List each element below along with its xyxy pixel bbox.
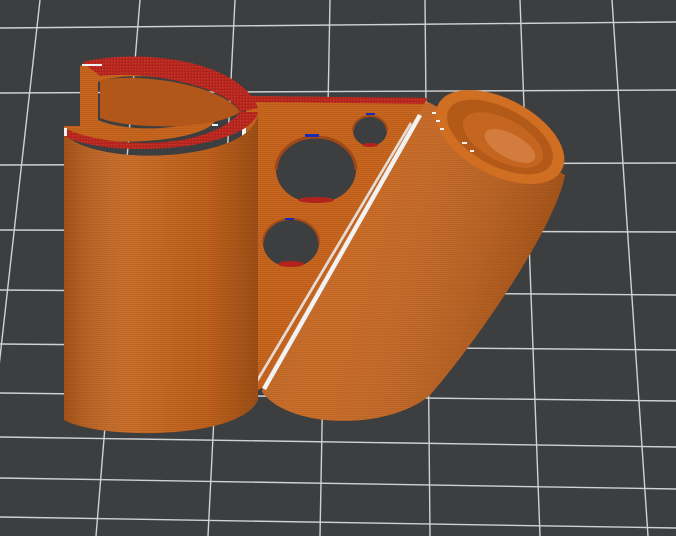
3d-viewport[interactable] xyxy=(0,0,676,536)
scene-canvas[interactable] xyxy=(0,0,676,536)
plate-hole-bottom xyxy=(262,218,320,267)
open-cylinder[interactable] xyxy=(64,56,258,434)
